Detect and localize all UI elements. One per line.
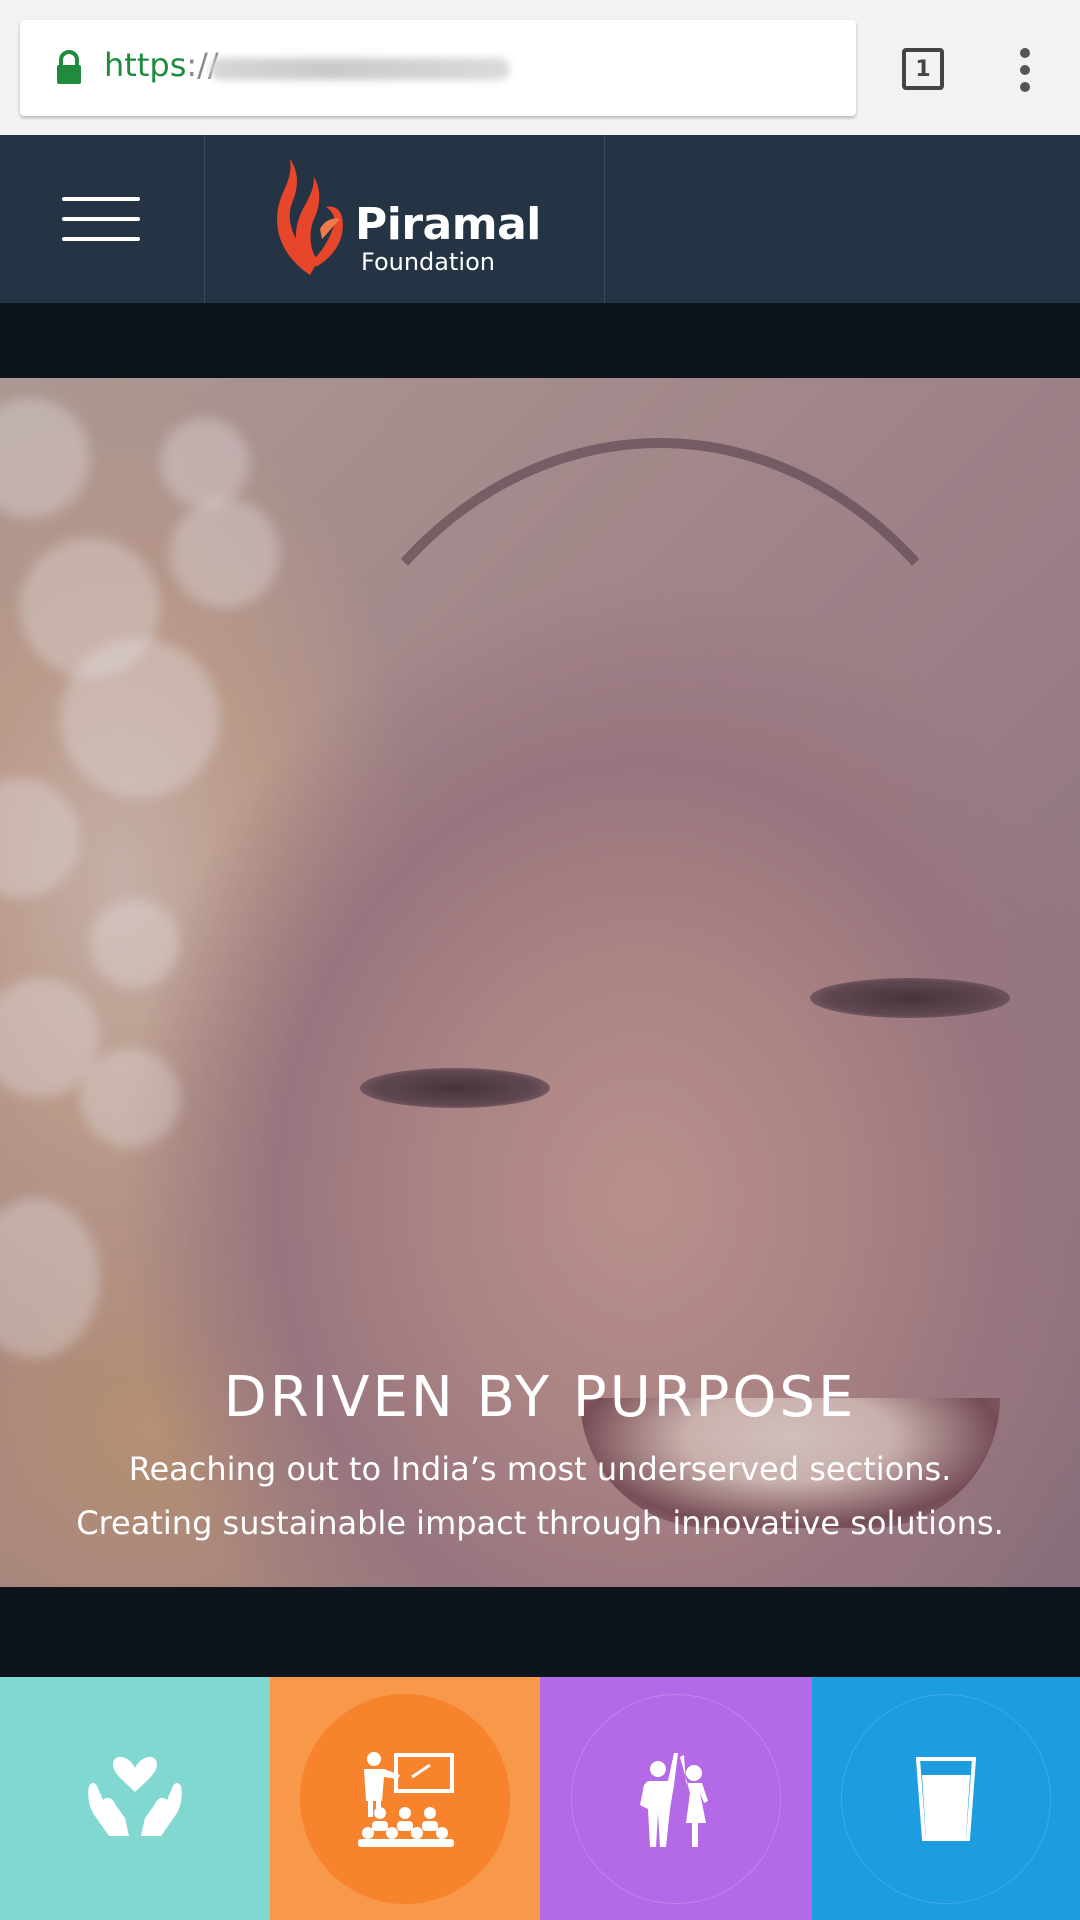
tab-switcher-icon[interactable]: 1 — [902, 48, 944, 90]
tile-water[interactable] — [812, 1677, 1080, 1920]
hero-banner: DRIVEN BY PURPOSE Reaching out to India’… — [0, 378, 1080, 1587]
hero-line-1: Reaching out to India’s most underserved… — [128, 1450, 952, 1488]
spacer-band — [0, 303, 1080, 378]
tile-education[interactable] — [270, 1677, 540, 1920]
flame-logo-icon — [277, 159, 343, 275]
hamburger-icon[interactable] — [0, 135, 205, 303]
more-vert-icon[interactable] — [1014, 48, 1038, 92]
site-header: Piramal Foundation — [0, 135, 1080, 303]
classroom-teacher-icon — [358, 1751, 454, 1847]
hero-line-2: Creating sustainable impact through inno… — [76, 1504, 1004, 1542]
url-text: https:// — [104, 46, 219, 84]
lock-icon — [57, 50, 81, 84]
focus-area-tiles — [0, 1677, 1080, 1920]
tab-count: 1 — [915, 56, 931, 82]
address-bar[interactable]: https:// — [20, 20, 856, 116]
spacer-band — [0, 1587, 1080, 1677]
water-glass-icon — [916, 1756, 976, 1841]
url-host-redacted — [210, 58, 510, 80]
tile-healthcare[interactable] — [0, 1677, 270, 1920]
url-scheme: https — [104, 46, 187, 84]
browser-toolbar: https:// 1 — [0, 0, 1080, 135]
logo[interactable]: Piramal Foundation — [205, 135, 605, 303]
hero-title: DRIVEN BY PURPOSE — [223, 1365, 857, 1430]
children-high-five-icon — [640, 1752, 708, 1847]
tile-youth-empowerment[interactable] — [540, 1677, 812, 1920]
logo-subtitle: Foundation — [361, 248, 495, 276]
logo-name: Piramal — [355, 199, 541, 250]
caring-hands-heart-icon — [88, 1756, 182, 1836]
